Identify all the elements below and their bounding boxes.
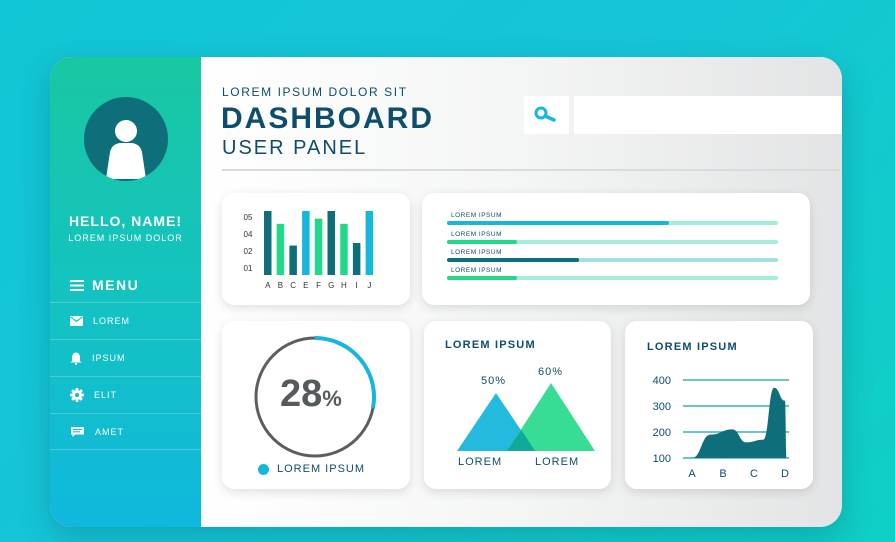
x-tick-label: G	[328, 281, 334, 290]
triangle-chart-card: LOREM IPSUM 50% 60% LOREM LOREM	[424, 321, 611, 489]
header-subtitle: LOREM IPSUM DOLOR SIT	[222, 85, 408, 99]
progress-fill	[447, 221, 669, 225]
bell-icon	[70, 352, 82, 365]
progress-label: LOREM IPSUM	[451, 231, 503, 238]
gauge-value: 28%	[280, 373, 342, 416]
x-tick-label: F	[316, 281, 321, 290]
hamburger-icon	[70, 279, 84, 291]
gauge-number: 28	[280, 373, 323, 415]
progress-card: LOREM IPSUM LOREM IPSUM LOREM IPSUM LORE…	[422, 193, 810, 305]
sidebar-item-elit[interactable]: ELIT	[50, 376, 201, 413]
triangle-chart	[457, 383, 595, 451]
search-button[interactable]	[524, 96, 569, 134]
y-tick-label: 200	[653, 427, 671, 439]
sidebar-item-label: IPSUM	[92, 353, 126, 363]
dashboard-window: HELLO, NAME! LOREM IPSUM DOLOR MENU LORE…	[50, 57, 842, 527]
bar	[314, 218, 323, 275]
sidebar-item-label: LOREM	[93, 316, 131, 326]
progress-fill	[447, 276, 517, 280]
greeting-text: HELLO, NAME!	[68, 213, 183, 229]
mail-icon	[70, 316, 83, 326]
menu-title[interactable]: MENU	[70, 277, 139, 293]
bar-chart-card: 05 04 02 01 A B C E F G H I J	[222, 193, 410, 305]
greeting-subtitle: LOREM IPSUM DOLOR	[68, 233, 183, 243]
area-chart-card: LOREM IPSUM 100 200 300 400 A B C D	[625, 321, 813, 489]
progress-track	[447, 221, 778, 225]
area-series	[692, 387, 787, 458]
header-divider	[222, 169, 840, 171]
page-title: DASHBOARD	[221, 102, 434, 135]
bar	[327, 211, 335, 275]
search-icon	[534, 106, 556, 122]
area-chart: 100 200 300 400 A B C D	[653, 375, 789, 480]
bar	[340, 223, 348, 275]
y-tick-label: 100	[653, 453, 671, 465]
user-icon	[106, 120, 146, 179]
bar	[365, 211, 374, 275]
bar	[264, 211, 272, 275]
chat-icon	[71, 426, 84, 437]
x-tick-label: A	[265, 281, 271, 290]
legend-label: LOREM IPSUM	[277, 463, 366, 475]
sidebar-item-label: ELIT	[94, 390, 118, 400]
gear-icon	[70, 388, 84, 402]
sidebar-item-label: AMET	[95, 426, 125, 437]
x-tick-label: J	[367, 281, 371, 290]
progress-fill	[447, 258, 580, 262]
search-input[interactable]	[574, 96, 842, 134]
sidebar-item-ipsum[interactable]: IPSUM	[50, 339, 201, 376]
triangle-a-label: LOREM	[458, 456, 503, 468]
y-tick-label: 400	[653, 375, 671, 387]
triangle-a-percent: 50%	[481, 375, 507, 387]
panel-title: USER PANEL	[222, 137, 368, 159]
progress-track	[447, 276, 778, 280]
triangle-b-percent: 60%	[538, 366, 564, 378]
x-tick-label: H	[341, 281, 347, 290]
menu-list: LOREM IPSUM ELIT AMET	[50, 302, 201, 450]
bar	[302, 211, 310, 275]
bar	[352, 243, 361, 275]
y-tick-label: 02	[244, 247, 253, 256]
y-tick-label: 01	[244, 264, 253, 273]
progress-label: LOREM IPSUM	[451, 212, 503, 219]
progress-label: LOREM IPSUM	[451, 267, 503, 274]
legend-dot	[258, 463, 269, 475]
x-tick-label: A	[688, 468, 696, 480]
y-tick-label: 300	[653, 401, 671, 413]
progress-fill	[447, 240, 517, 244]
bar	[276, 223, 285, 275]
progress-label: LOREM IPSUM	[451, 249, 503, 256]
sidebar: HELLO, NAME! LOREM IPSUM DOLOR MENU LORE…	[50, 57, 201, 527]
menu-title-label: MENU	[92, 277, 140, 293]
x-tick-label: B	[278, 281, 283, 290]
gauge-unit: %	[322, 386, 342, 411]
avatar[interactable]	[84, 97, 168, 181]
sidebar-item-amet[interactable]: AMET	[50, 413, 201, 450]
x-tick-label: D	[781, 468, 789, 480]
gauge-card: 28% LOREM IPSUM	[222, 321, 410, 489]
triangle-b-label: LOREM	[535, 456, 580, 468]
x-tick-label: C	[290, 281, 296, 290]
progress-track	[447, 258, 778, 262]
sidebar-item-lorem[interactable]: LOREM	[50, 302, 201, 339]
bar	[289, 245, 297, 275]
x-tick-label: C	[750, 468, 758, 480]
x-tick-label: I	[356, 281, 358, 290]
progress-track	[447, 240, 778, 244]
x-tick-label: B	[719, 468, 726, 480]
y-tick-label: 04	[244, 230, 253, 239]
bar-chart: 05 04 02 01 A B C E F G H I J	[244, 211, 374, 290]
y-tick-label: 05	[244, 213, 253, 222]
gauge-legend: LOREM IPSUM	[258, 463, 365, 475]
x-tick-label: E	[303, 281, 308, 290]
main-panel: LOREM IPSUM DOLOR SIT DASHBOARD USER PAN…	[201, 57, 842, 527]
